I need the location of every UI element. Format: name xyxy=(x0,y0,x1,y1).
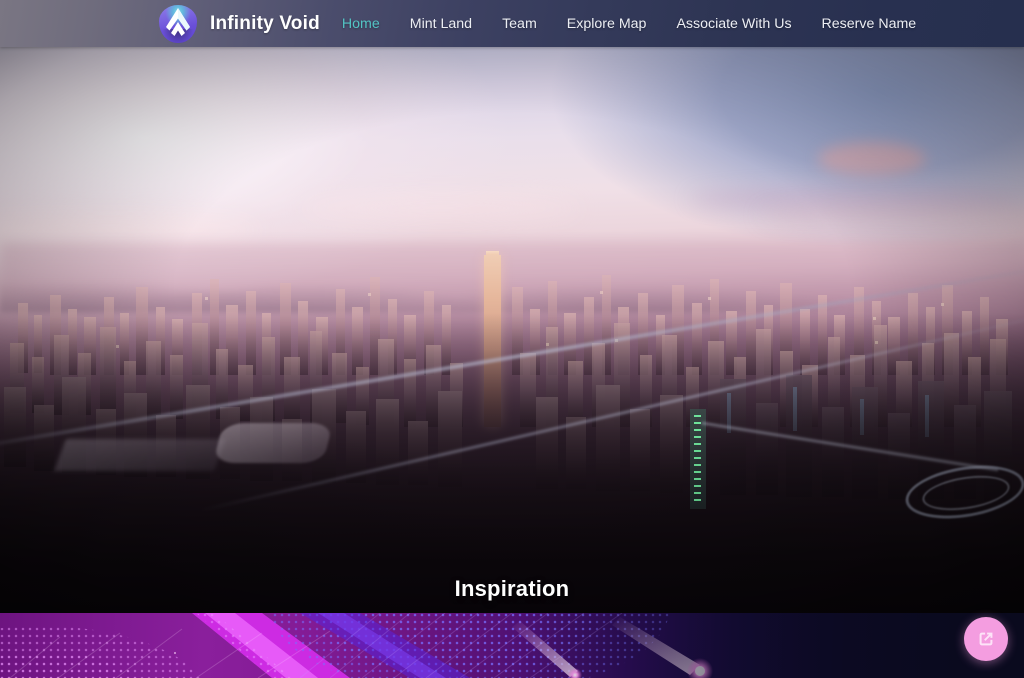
nav-item-mint-land[interactable]: Mint Land xyxy=(410,10,472,38)
bottom-banner xyxy=(0,613,1024,678)
nav-links: Home Mint Land Team Explore Map Associat… xyxy=(342,10,916,38)
nav-item-home[interactable]: Home xyxy=(342,10,380,38)
hero-vignette xyxy=(0,47,1024,613)
top-navigation-bar: Infinity Void Home Mint Land Team Explor… xyxy=(0,0,1024,47)
banner-artwork xyxy=(0,613,1024,678)
brand-logo[interactable] xyxy=(155,3,201,45)
brand-name: Infinity Void xyxy=(210,12,320,34)
nav-inner: Infinity Void Home Mint Land Team Explor… xyxy=(155,3,916,45)
nav-item-associate-with-us[interactable]: Associate With Us xyxy=(676,10,791,38)
logo-arrow-icon xyxy=(166,7,190,36)
hero-section: Inspiration xyxy=(0,47,1024,613)
nav-item-reserve-name[interactable]: Reserve Name xyxy=(822,10,917,38)
nav-item-team[interactable]: Team xyxy=(502,10,537,38)
external-link-icon xyxy=(979,632,993,646)
external-link-fab-button[interactable] xyxy=(964,617,1008,661)
hero-caption: Inspiration xyxy=(454,576,570,601)
nav-item-explore-map[interactable]: Explore Map xyxy=(567,10,647,38)
